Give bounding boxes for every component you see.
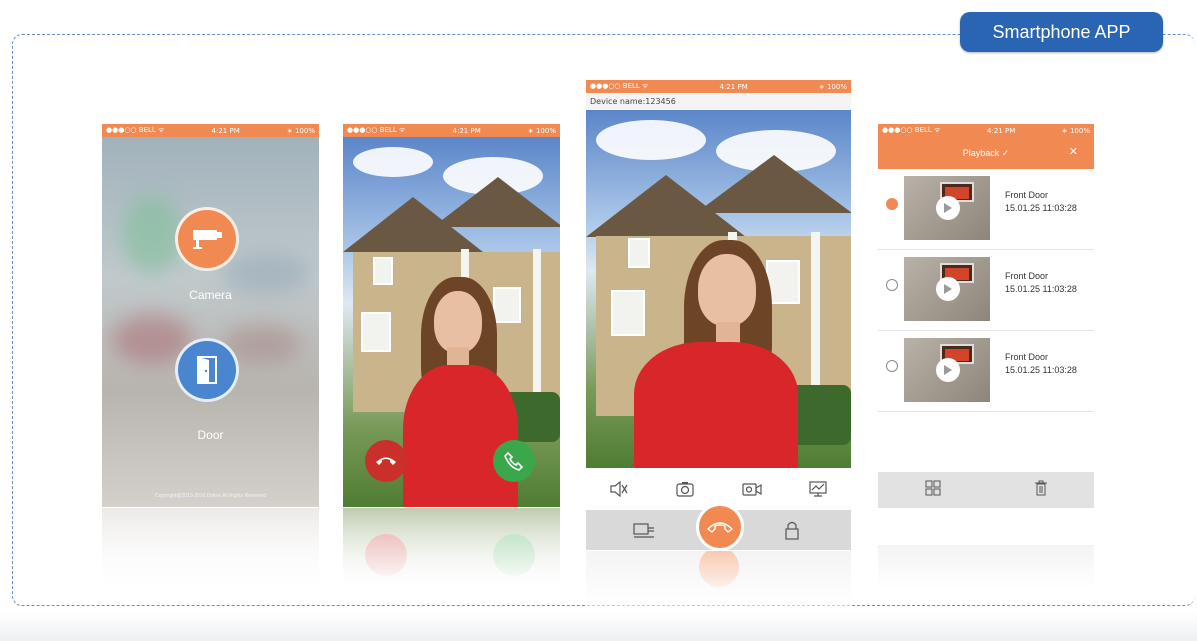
battery-label: ∗ 100% <box>1061 126 1090 135</box>
phone-home-screen: ●●●○○ BELL ᯤ 4:21 PM ∗ 100% Camera Door … <box>102 124 319 507</box>
battery-label: ∗ 100% <box>818 82 847 91</box>
record-select-radio[interactable] <box>886 360 898 372</box>
cctv-camera-icon <box>193 230 222 249</box>
mute-icon[interactable] <box>608 480 630 498</box>
house-roof <box>696 155 851 213</box>
house-window <box>493 287 521 323</box>
record-thumbnail[interactable] <box>904 338 990 402</box>
floor-gradient <box>0 612 1197 641</box>
record-thumbnail[interactable] <box>904 257 990 321</box>
camera-label: Camera <box>189 288 232 302</box>
reflection-accept <box>493 534 535 576</box>
visitor-face <box>698 254 756 326</box>
record-time: 15.01.25 11:03:28 <box>1005 203 1077 213</box>
phone-home-reflection <box>102 508 319 600</box>
playback-title-dropdown[interactable]: Playback ✓ <box>963 148 1010 159</box>
carrier-label: ●●●○○ BELL ᯤ <box>882 126 941 134</box>
smartphone-app-badge: Smartphone APP <box>960 12 1163 52</box>
record-title: Front Door <box>1005 352 1049 362</box>
decline-call-button[interactable] <box>365 440 407 482</box>
phone-incoming-call: ●●●○○ BELL ᯤ 4:21 PM ∗ 100% <box>343 124 560 507</box>
hangup-icon <box>376 457 396 465</box>
showcase-stage: Smartphone APP ●●●○○ BELL ᯤ 4:21 PM ∗ 10… <box>0 0 1197 641</box>
cloud <box>596 120 706 160</box>
phone-playback-reflection <box>878 545 1094 595</box>
playback-header: Playback ✓ <box>878 137 1094 169</box>
door-button[interactable] <box>175 338 239 402</box>
record-time: 15.01.25 11:03:28 <box>1005 284 1077 294</box>
live-video-feed <box>586 110 851 468</box>
trash-icon[interactable] <box>1034 480 1048 501</box>
record-title: Front Door <box>1005 190 1049 200</box>
close-icon[interactable]: ✕ <box>1069 145 1078 158</box>
phone-playback: ●●●○○ BELL ᯤ 4:21 PM ∗ 100% Playback ✓ ✕… <box>878 124 1094 544</box>
status-bar: ●●●○○ BELL ᯤ 4:21 PM ∗ 100% <box>586 80 851 93</box>
house-window <box>373 257 393 285</box>
snapshot-icon[interactable] <box>674 480 696 498</box>
house-window <box>628 238 650 268</box>
blur-shape <box>122 194 182 274</box>
device-name-label: Device name:123456 <box>586 93 851 110</box>
visitor-shirt <box>403 365 518 507</box>
house-pillar <box>533 249 541 399</box>
house-pillar <box>811 232 820 402</box>
unlock-card-icon[interactable] <box>633 522 655 543</box>
record-time: 15.01.25 11:03:28 <box>1005 365 1077 375</box>
record-title: Front Door <box>1005 271 1049 281</box>
status-bar: ●●●○○ BELL ᯤ 4:21 PM ∗ 100% <box>878 124 1094 137</box>
playback-footer <box>878 472 1094 508</box>
reflection-hangup <box>699 551 739 587</box>
clock-label: 4:21 PM <box>211 126 240 135</box>
phone-icon <box>504 451 524 471</box>
playback-record[interactable]: Front Door 15.01.25 11:03:28 <box>878 170 1094 250</box>
door-icon <box>197 356 217 384</box>
status-bar: ●●●○○ BELL ᯤ 4:21 PM ∗ 100% <box>343 124 560 137</box>
clock-label: 4:21 PM <box>719 82 748 91</box>
record-icon[interactable] <box>741 480 763 498</box>
playback-record[interactable]: Front Door 15.01.25 11:03:28 <box>878 332 1094 412</box>
battery-label: ∗ 100% <box>286 126 315 135</box>
house-window <box>611 290 645 336</box>
clock-label: 4:21 PM <box>987 126 1016 135</box>
status-bar: ●●●○○ BELL ᯤ 4:21 PM ∗ 100% <box>102 124 319 137</box>
record-select-radio[interactable] <box>886 198 898 210</box>
cloud <box>353 147 433 177</box>
hangup-icon <box>707 522 733 533</box>
carrier-label: ●●●○○ BELL ᯤ <box>347 126 406 134</box>
house-roof <box>433 177 560 227</box>
play-icon[interactable] <box>936 358 960 382</box>
phone-live-view: ●●●○○ BELL ᯤ 4:21 PM ∗ 100% Device name:… <box>586 80 851 550</box>
phone-live-reflection <box>586 551 851 611</box>
playback-record[interactable]: Front Door 15.01.25 11:03:28 <box>878 251 1094 331</box>
grid-icon[interactable] <box>925 480 941 501</box>
door-label: Door <box>197 428 224 442</box>
visitor-shirt <box>634 342 798 468</box>
lock-icon[interactable] <box>784 520 800 545</box>
phone-call-reflection <box>343 508 560 600</box>
carrier-label: ●●●○○ BELL ᯤ <box>106 126 165 134</box>
carrier-label: ●●●○○ BELL ᯤ <box>590 82 649 90</box>
record-select-radio[interactable] <box>886 279 898 291</box>
camera-button[interactable] <box>175 207 239 271</box>
play-icon[interactable] <box>936 277 960 301</box>
reflection-decline <box>365 534 407 576</box>
clock-label: 4:21 PM <box>452 126 481 135</box>
hangup-button[interactable] <box>696 503 744 550</box>
record-thumbnail[interactable] <box>904 176 990 240</box>
battery-label: ∗ 100% <box>527 126 556 135</box>
house-window <box>361 312 391 352</box>
copyright-text: Copyright@2013-2016 Doline All Rights Re… <box>155 493 266 499</box>
accept-call-button[interactable] <box>493 440 535 482</box>
play-icon[interactable] <box>936 196 960 220</box>
visitor-face <box>434 291 482 353</box>
monitor-icon[interactable] <box>807 480 829 498</box>
